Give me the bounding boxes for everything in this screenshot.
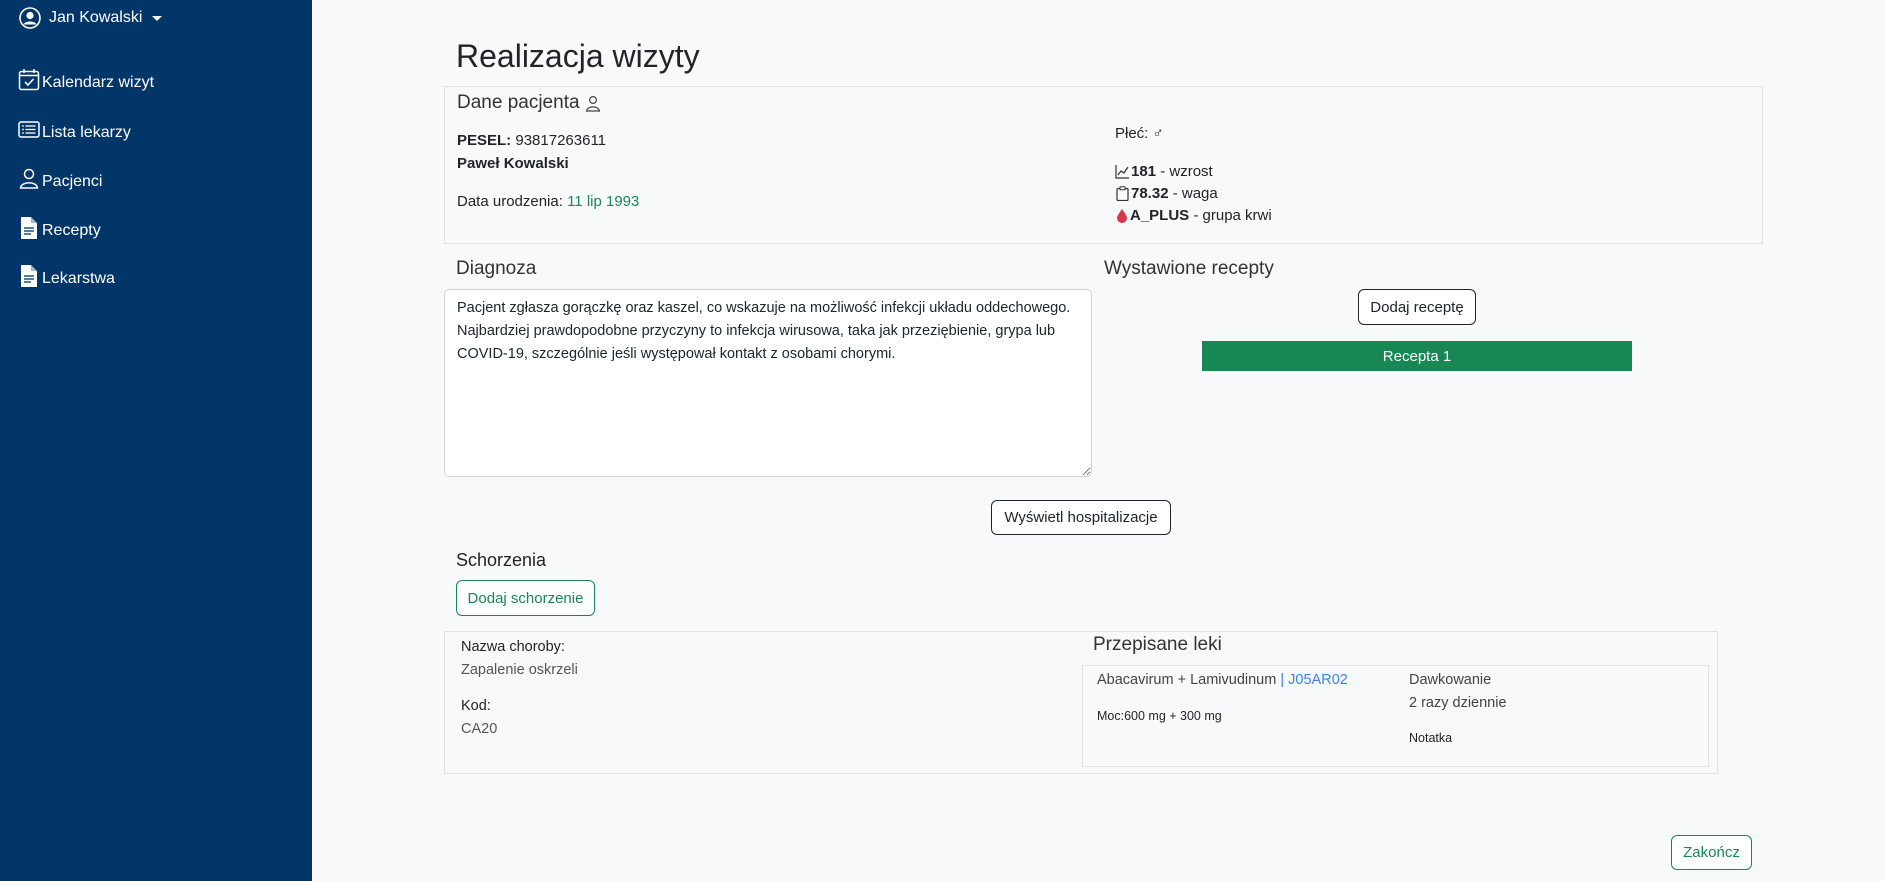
prescribed-meds-title: Przepisane leki — [1093, 634, 1222, 655]
disease-code-value: CA20 — [461, 721, 498, 737]
disease-code-label: Kod: — [461, 698, 491, 714]
weight-row: 78.32 - waga — [1115, 185, 1218, 202]
person-icon — [585, 95, 600, 112]
disease-name-label: Nazwa choroby: — [461, 639, 565, 655]
sidebar-item-lekarze[interactable]: Lista lekarzy — [18, 118, 131, 142]
blood-row: A_PLUS - grupa krwi — [1115, 207, 1272, 224]
diagnosis-textarea[interactable]: Pacjent zgłasza gorączkę oraz kaszel, co… — [444, 289, 1092, 477]
add-condition-button[interactable]: Dodaj schorzenie — [456, 580, 595, 616]
chart-line-icon — [1115, 165, 1129, 179]
person-icon — [19, 168, 39, 189]
pesel-row: PESEL: 93817263611 — [457, 132, 606, 149]
disease-name-value: Zapalenie oskrzeli — [461, 662, 578, 678]
height-row: 181 - wzrost — [1115, 163, 1213, 180]
dob-label: Data urodzenia: — [457, 193, 563, 210]
prescription-item[interactable]: Recepta 1 — [1202, 341, 1632, 371]
medication-name: Abacavirum + Lamivudinum — [1097, 672, 1277, 688]
medication-strength-row: Moc:600 mg + 300 mg — [1097, 709, 1222, 723]
separator: | — [1280, 672, 1285, 688]
pesel-label: PESEL: — [457, 132, 512, 149]
sex-row: Płeć: ♂ — [1115, 125, 1164, 142]
note-label: Notatka — [1409, 731, 1453, 745]
sidebar-item-recepty[interactable]: Recepty — [18, 216, 101, 240]
user-name: Jan Kowalski — [49, 9, 143, 26]
dob-row: Data urodzenia: 11 lip 1993 — [457, 193, 639, 210]
sidebar-item-pacjenci[interactable]: Pacjenci — [18, 167, 102, 191]
male-icon: ♂ — [1152, 125, 1164, 142]
dosage-value: 2 razy dziennie — [1409, 695, 1507, 711]
show-hospitalizations-button[interactable]: Wyświetl hospitalizacje — [991, 500, 1171, 535]
user-avatar-icon — [19, 7, 41, 29]
condition-card: Nazwa choroby: Zapalenie oskrzeli Kod: C… — [444, 631, 1718, 774]
pesel-value: 93817263611 — [515, 132, 607, 149]
weight-label: - waga — [1172, 185, 1218, 202]
conditions-title: Schorzenia — [456, 550, 547, 570]
sidebar-item-label: Pacjenci — [42, 173, 103, 190]
prescriptions-title: Wystawione recepty — [1104, 258, 1274, 279]
patient-name: Paweł Kowalski — [457, 155, 569, 172]
user-menu[interactable]: Jan Kowalski — [19, 4, 163, 32]
blood-label: - grupa krwi — [1193, 207, 1272, 224]
strength-label: Moc: — [1097, 709, 1125, 723]
sidebar-item-lekarstwa[interactable]: Lekarstwa — [18, 264, 115, 288]
dob-value: 11 lip 1993 — [567, 193, 640, 210]
sidebar-item-label: Kalendarz wizyt — [42, 74, 155, 91]
finish-button[interactable]: Zakończ — [1671, 835, 1752, 870]
sex-label: Płeć: — [1115, 125, 1149, 142]
height-label: - wzrost — [1160, 163, 1213, 180]
sidebar-item-label: Lista lekarzy — [42, 124, 131, 141]
sidebar: Jan Kowalski Kalendarz wizyt Lista lekar… — [0, 0, 312, 881]
patient-section-title: Dane pacjenta — [457, 92, 601, 114]
document-icon — [21, 265, 37, 287]
sidebar-item-label: Recepty — [42, 222, 101, 239]
weight-value: 78.32 — [1131, 185, 1169, 202]
document-icon — [21, 217, 37, 239]
medication-name-row: Abacavirum + Lamivudinum | J05AR02 — [1097, 672, 1348, 688]
chevron-down-icon[interactable] — [152, 15, 163, 21]
dosage-label: Dawkowanie — [1409, 672, 1492, 688]
calendar-check-icon — [18, 69, 40, 91]
height-value: 181 — [1131, 163, 1157, 180]
list-icon — [18, 121, 40, 138]
page-title: Realizacja wizyty — [456, 38, 700, 74]
atc-code-link[interactable]: J05AR02 — [1288, 672, 1348, 688]
sidebar-item-label: Lekarstwa — [42, 270, 115, 287]
blood-drop-icon — [1117, 209, 1127, 223]
diagnosis-title: Diagnoza — [456, 258, 537, 279]
add-prescription-button[interactable]: Dodaj receptę — [1358, 289, 1476, 325]
clipboard-icon — [1116, 186, 1129, 201]
sidebar-item-kalendarz[interactable]: Kalendarz wizyt — [18, 68, 154, 92]
blood-value: A_PLUS — [1130, 207, 1190, 224]
medication-card: Abacavirum + Lamivudinum | J05AR02 Moc:6… — [1082, 665, 1709, 767]
strength-value: 600 mg + 300 mg — [1124, 709, 1222, 723]
patient-panel: Dane pacjenta PESEL: 93817263611 Paweł K… — [444, 86, 1763, 244]
